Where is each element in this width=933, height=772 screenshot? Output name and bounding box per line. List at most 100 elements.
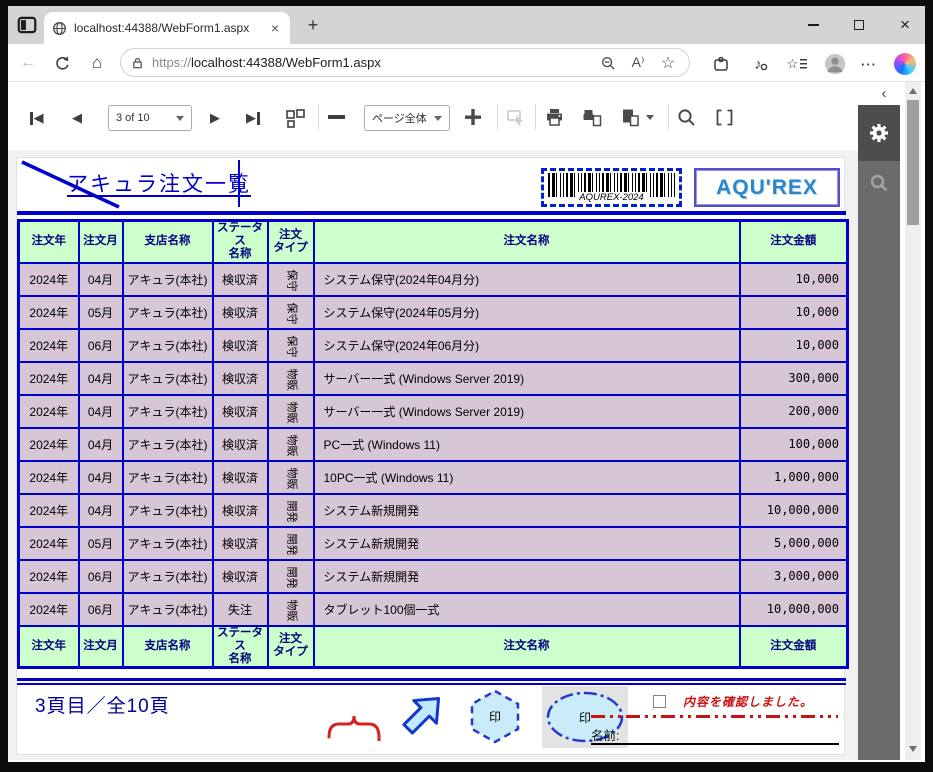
order-type-rotated: 開発 bbox=[285, 566, 297, 589]
chevron-down-icon bbox=[646, 115, 654, 120]
column-header: 注文金額 bbox=[738, 624, 849, 669]
order-table-body: 2024年 04月 アキュラ(本社) 検収済 保守 システム保守(2024年04月分) 10… bbox=[17, 261, 849, 627]
company-logo: AQU'REX bbox=[694, 168, 840, 207]
favorite-star-icon[interactable]: ☆ bbox=[657, 52, 679, 74]
close-window-button[interactable]: × bbox=[890, 14, 920, 36]
next-page-button[interactable]: ▶ bbox=[210, 108, 220, 128]
cell-type: 開発 bbox=[266, 525, 315, 561]
cell-branch: アキュラ(本社) bbox=[121, 459, 214, 495]
cell-amount: 10,000,000 bbox=[738, 591, 849, 627]
column-header: 注文 タイプ bbox=[266, 219, 315, 264]
first-page-button[interactable]: ◀ bbox=[30, 108, 44, 128]
hexagon-stamp: 印 bbox=[468, 689, 522, 744]
cell-type: 開発 bbox=[266, 558, 315, 594]
new-tab-button[interactable]: + bbox=[302, 14, 324, 36]
cell-year: 2024年 bbox=[17, 294, 80, 330]
report-viewer-toolbar: ◀ ◀ 3 of 10 ▶ ▶ ページ全体 bbox=[8, 82, 905, 150]
cell-name: サーバー一式 (Windows Server 2019) bbox=[312, 393, 741, 429]
last-page-button[interactable]: ▶ bbox=[246, 108, 260, 128]
column-header: 注文 タイプ bbox=[266, 624, 315, 669]
collapse-panel-button[interactable]: ‹ bbox=[874, 86, 894, 104]
list-lines bbox=[800, 59, 808, 69]
arrow-shape bbox=[402, 696, 441, 735]
search-button[interactable] bbox=[676, 107, 697, 133]
column-header: 注文金額 bbox=[738, 219, 849, 264]
zoom-out-button[interactable] bbox=[328, 115, 345, 119]
zoom-select-dropdown[interactable]: ページ全体 bbox=[364, 105, 450, 131]
cell-amount: 200,000 bbox=[738, 393, 849, 429]
confirm-checkbox[interactable] bbox=[653, 695, 666, 708]
header-rule bbox=[17, 211, 846, 215]
browser-essentials-icon[interactable]: ♪ bbox=[748, 51, 774, 77]
order-type-rotated: 物販 bbox=[285, 467, 297, 490]
panel-search-button[interactable] bbox=[858, 161, 900, 205]
url-field[interactable]: https://localhost:44388/WebForm1.aspx A⁾… bbox=[120, 48, 690, 77]
name-underline bbox=[591, 743, 839, 745]
scroll-down-arrow[interactable] bbox=[909, 746, 917, 752]
cell-type: 物販 bbox=[266, 393, 315, 429]
export-button[interactable] bbox=[620, 107, 654, 128]
cell-amount: 3,000,000 bbox=[738, 558, 849, 594]
zoom-out-page-icon[interactable] bbox=[597, 52, 619, 74]
cell-name: システム保守(2024年04月分) bbox=[312, 261, 741, 297]
tab-title: localhost:44388/WebForm1.aspx bbox=[74, 21, 250, 35]
scroll-up-arrow[interactable] bbox=[909, 88, 917, 94]
settings-more-button[interactable]: ··· bbox=[856, 51, 882, 77]
table-row: 2024年 06月 アキュラ(本社) 検収済 保守 システム保守(2024年06月分) 10… bbox=[17, 327, 849, 363]
scrollbar-thumb[interactable] bbox=[907, 100, 919, 225]
minimize-button[interactable] bbox=[798, 14, 828, 36]
cell-branch: アキュラ(本社) bbox=[121, 492, 214, 528]
home-button[interactable]: ⌂ bbox=[85, 51, 109, 75]
cell-type: 物販 bbox=[266, 591, 315, 627]
zoom-in-button[interactable] bbox=[463, 107, 483, 132]
next-glyph: ▶ bbox=[246, 110, 256, 125]
refresh-button[interactable] bbox=[50, 51, 74, 75]
cell-year: 2024年 bbox=[17, 327, 80, 363]
back-button[interactable]: ← bbox=[16, 51, 40, 75]
select-tool-button bbox=[505, 107, 526, 133]
order-type-rotated: 保守 bbox=[285, 269, 297, 292]
cell-year: 2024年 bbox=[17, 525, 80, 561]
read-aloud-icon[interactable]: A⁾ bbox=[627, 52, 649, 74]
column-header: 注文名称 bbox=[312, 624, 741, 669]
cell-year: 2024年 bbox=[17, 558, 80, 594]
cell-name: システム保守(2024年06月分) bbox=[312, 327, 741, 363]
confirm-text: 内容を確認しました。 bbox=[683, 695, 814, 709]
maximize-button[interactable] bbox=[844, 14, 874, 36]
table-row: 2024年 04月 アキュラ(本社) 検収済 物販 10PC一式 (Windows 11)… bbox=[17, 459, 849, 495]
barcode: AQUREX-2024 bbox=[541, 168, 682, 207]
page-select-dropdown[interactable]: 3 of 10 bbox=[108, 105, 192, 131]
favorites-bar-icon[interactable]: ☆ bbox=[784, 51, 810, 77]
cell-status: 検収済 bbox=[211, 426, 269, 462]
workspaces-icon[interactable] bbox=[16, 14, 38, 36]
logo-text: AQU'REX bbox=[716, 175, 818, 199]
settings-button[interactable] bbox=[858, 105, 900, 161]
zoom-mode: ページ全体 bbox=[372, 113, 427, 125]
tab-close-icon[interactable]: × bbox=[268, 20, 282, 36]
barcode-label: AQUREX-2024 bbox=[544, 192, 679, 203]
browser-tab[interactable]: localhost:44388/WebForm1.aspx × bbox=[44, 12, 290, 44]
profile-avatar[interactable] bbox=[822, 51, 848, 77]
cell-status: 検収済 bbox=[211, 360, 269, 396]
cell-name: システム新規開発 bbox=[312, 558, 741, 594]
order-type-rotated: 物販 bbox=[285, 401, 297, 424]
separator bbox=[497, 104, 498, 130]
cell-month: 04月 bbox=[77, 459, 124, 495]
print-layout-button[interactable] bbox=[582, 107, 603, 133]
last-bar bbox=[257, 111, 260, 125]
previous-page-button[interactable]: ◀ bbox=[72, 108, 82, 128]
cell-branch: アキュラ(本社) bbox=[121, 261, 214, 297]
cell-year: 2024年 bbox=[17, 393, 80, 429]
multipage-view-button[interactable] bbox=[284, 107, 306, 134]
copilot-icon[interactable] bbox=[892, 51, 918, 77]
header-divider bbox=[238, 160, 240, 207]
vertical-scrollbar[interactable] bbox=[905, 82, 921, 760]
url-path: /WebForm1.aspx bbox=[282, 55, 381, 70]
column-header: 支店名称 bbox=[121, 624, 214, 669]
extensions-icon[interactable] bbox=[708, 51, 734, 77]
table-row: 2024年 04月 アキュラ(本社) 検収済 物販 サーバー一式 (Windows Ser… bbox=[17, 393, 849, 429]
column-header: 注文年 bbox=[17, 219, 80, 264]
print-button[interactable] bbox=[544, 107, 565, 133]
cell-branch: アキュラ(本社) bbox=[121, 327, 214, 363]
fullscreen-button[interactable] bbox=[714, 107, 735, 133]
